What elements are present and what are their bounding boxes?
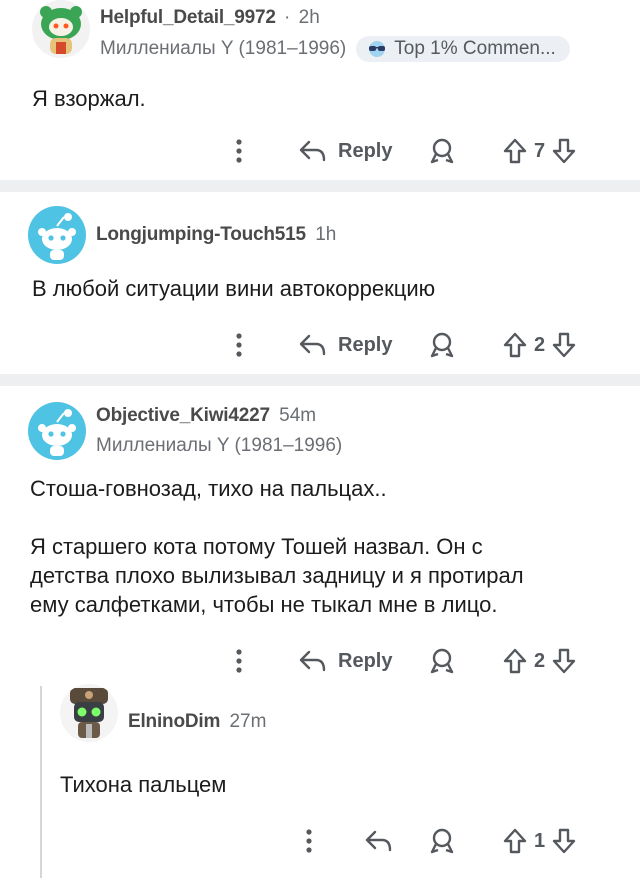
vote-group: 7: [502, 133, 577, 169]
username[interactable]: ElninoDim: [128, 711, 220, 732]
vote-score: 1: [534, 829, 546, 852]
timestamp: 2h: [298, 7, 320, 28]
award-button[interactable]: [428, 643, 456, 679]
comment-divider: [0, 180, 640, 192]
vote-score: 7: [534, 139, 546, 162]
comment-body: Стоша-говнозад, тихо на пальцах.. Я стар…: [30, 474, 524, 619]
sunglasses-icon: [369, 41, 386, 57]
action-bar: Reply 2: [0, 327, 640, 363]
vote-group: 1: [502, 823, 577, 859]
comment-text: Я старшего кота потому Тошей назвал. Он …: [30, 534, 483, 559]
upvote-icon[interactable]: [502, 827, 528, 855]
comment-text: ему салфетками, чтобы не тыкал мне в лиц…: [30, 592, 498, 617]
vote-group: 2: [502, 643, 577, 679]
comment-body: Тихона пальцем: [60, 770, 226, 799]
more-options-button[interactable]: [232, 327, 246, 363]
more-options-button[interactable]: [302, 823, 316, 859]
avatar[interactable]: [28, 402, 86, 460]
award-button[interactable]: [428, 823, 456, 859]
downvote-icon[interactable]: [551, 331, 577, 359]
separator-dot: ·: [284, 7, 291, 28]
snoo-avatar-icon: [40, 6, 82, 54]
reply-button[interactable]: Reply: [298, 327, 392, 363]
reply-arrow-icon: [365, 830, 392, 852]
reply-button[interactable]: [364, 823, 392, 859]
reply-label: Reply: [338, 333, 393, 356]
action-bar: Reply 2: [0, 643, 640, 679]
award-icon: [430, 138, 454, 164]
more-options-button[interactable]: [232, 133, 246, 169]
timestamp: 1h: [315, 224, 337, 245]
badge-label: Top 1% Commen...: [394, 38, 556, 59]
reply-arrow-icon: [299, 334, 326, 356]
reply-label: Reply: [338, 649, 393, 672]
comment-body: Я взоржал.: [32, 84, 146, 113]
comment-text: Я взоржал.: [32, 86, 146, 111]
action-bar: 1: [0, 823, 640, 859]
avatar[interactable]: [60, 684, 118, 742]
downvote-icon[interactable]: [551, 827, 577, 855]
vote-score: 2: [534, 333, 546, 356]
award-icon: [430, 648, 454, 674]
more-vertical-icon: [236, 649, 242, 673]
more-vertical-icon: [236, 333, 242, 357]
reply-label: Reply: [338, 139, 393, 162]
username[interactable]: Helpful_Detail_9972: [100, 7, 276, 28]
comment-divider: [0, 374, 640, 386]
comment-text: детства плохо вылизывал задницу и я прот…: [30, 563, 524, 588]
award-icon: [430, 828, 454, 854]
reply-button[interactable]: Reply: [298, 643, 392, 679]
comment-text: Тихона пальцем: [60, 772, 227, 797]
award-icon: [430, 332, 454, 358]
timestamp: 27m: [229, 711, 267, 732]
robot-avatar-icon: [70, 688, 108, 738]
comment-text: [30, 503, 524, 532]
top-commenter-badge[interactable]: Top 1% Commen...: [356, 36, 570, 62]
timestamp: 54m: [279, 405, 317, 426]
downvote-icon[interactable]: [551, 137, 577, 165]
more-vertical-icon: [236, 139, 242, 163]
default-snoo-icon: [38, 213, 76, 260]
user-flair: Миллениалы Y (1981–1996): [96, 435, 343, 456]
upvote-icon[interactable]: [502, 647, 528, 675]
reply-arrow-icon: [299, 650, 326, 672]
avatar[interactable]: [28, 206, 86, 264]
username[interactable]: Longjumping-Touch515: [96, 224, 306, 245]
more-vertical-icon: [306, 829, 312, 853]
comment-3: Objective_Kiwi4227 54m Миллениалы Y (198…: [0, 386, 640, 878]
award-button[interactable]: [428, 327, 456, 363]
comment-1: Helpful_Detail_9972 · 2h Миллениалы Y (1…: [0, 0, 640, 180]
downvote-icon[interactable]: [551, 647, 577, 675]
default-snoo-icon: [38, 409, 76, 456]
upvote-icon[interactable]: [502, 331, 528, 359]
upvote-icon[interactable]: [502, 137, 528, 165]
vote-score: 2: [534, 649, 546, 672]
username[interactable]: Objective_Kiwi4227: [96, 405, 270, 426]
avatar[interactable]: [32, 0, 90, 58]
reply-button[interactable]: Reply: [298, 133, 392, 169]
vote-group: 2: [502, 327, 577, 363]
comment-text: В любой ситуации вини автокоррекцию: [32, 276, 436, 301]
comment-text: Стоша-говнозад, тихо на пальцах..: [30, 476, 387, 501]
user-flair: Миллениалы Y (1981–1996): [100, 38, 347, 59]
award-button[interactable]: [428, 133, 456, 169]
nested-reply-header: ElninoDim 27m: [60, 684, 266, 742]
more-options-button[interactable]: [232, 643, 246, 679]
reply-arrow-icon: [299, 140, 326, 162]
action-bar: Reply 7: [0, 133, 640, 169]
comment-body: В любой ситуации вини автокоррекцию: [32, 274, 435, 303]
comment-2: Longjumping-Touch515 1h В любой ситуации…: [0, 192, 640, 374]
